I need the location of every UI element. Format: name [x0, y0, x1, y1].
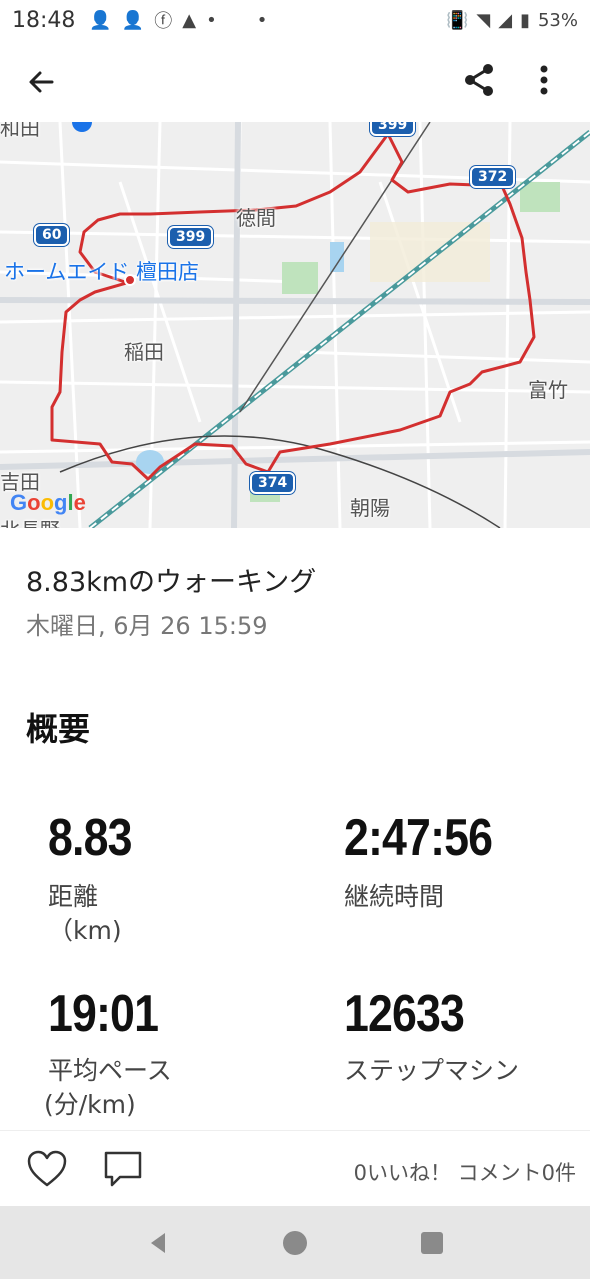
wifi-icon: ◥ — [476, 9, 491, 31]
battery-icon: ▮ — [520, 9, 530, 31]
facebook-icon: ⓕ — [154, 11, 173, 32]
back-arrow-icon[interactable] — [22, 62, 62, 102]
more-options-icon[interactable] — [528, 60, 560, 100]
app-bar — [0, 40, 590, 122]
nav-recents-icon[interactable] — [412, 1223, 452, 1263]
map-label-top-left: 和田 — [0, 122, 40, 140]
heart-icon[interactable] — [26, 1149, 68, 1189]
stat-pace-label: 平均ペース — [48, 1056, 172, 1085]
comment-icon[interactable] — [102, 1149, 144, 1189]
likes-comments-count[interactable]: 0いいね！ コメント0件 — [354, 1157, 576, 1187]
map-zone — [370, 222, 490, 282]
person-add-icon: 👤 — [121, 9, 145, 31]
stat-duration-label: 継続時間 — [344, 882, 445, 911]
activity-date: 木曜日, 6月 26 15:59 — [26, 612, 268, 640]
nav-back-icon[interactable] — [138, 1223, 178, 1263]
map-park — [520, 182, 560, 212]
road-shield: 60 — [34, 224, 70, 246]
map-label-asahi: 朝陽 — [350, 496, 390, 520]
activity-title: 8.83kmのウォーキング — [26, 567, 317, 598]
warning-icon: ▲ — [182, 9, 197, 31]
share-icon[interactable] — [460, 60, 500, 100]
road-shield: 372 — [470, 166, 516, 188]
stat-distance-unit: （km) — [48, 916, 122, 945]
stat-steps-value: 12633 — [344, 985, 465, 1043]
road-shield: 399 — [168, 226, 214, 248]
system-nav-bar — [0, 1206, 590, 1279]
system-icons: 📳 ◥ ◢ ▮ 53% — [446, 10, 578, 31]
road-shield: 374 — [250, 472, 296, 494]
status-bar: 18:48 👤 👤 ⓕ ▲ • • 📳 ◥ ◢ ▮ 53% — [0, 0, 590, 40]
stat-pace-unit: (分/km) — [44, 1090, 136, 1119]
google-logo: Google — [10, 490, 86, 515]
stat-duration-value: 2:47:56 — [344, 809, 493, 867]
nav-home-icon[interactable] — [275, 1223, 315, 1263]
battery-percent: 53% — [537, 9, 578, 31]
map-label-kita-nagano: 北長野 — [0, 514, 60, 528]
map-label-tomitake: 富竹 — [528, 378, 568, 402]
map-label-poi[interactable]: ホームエイド 檀田店 — [4, 256, 199, 286]
stat-distance-value: 8.83 — [48, 809, 132, 867]
dot-icon: • — [206, 9, 217, 31]
person-add-icon: 👤 — [89, 9, 112, 31]
vibrate-icon: 📳 — [445, 9, 469, 31]
road-shield: 399 — [370, 122, 416, 136]
stat-steps-label: ステップマシン — [344, 1056, 520, 1085]
dot-icon: • — [256, 9, 268, 31]
notification-icons: 👤 👤 ⓕ ▲ • • — [89, 7, 267, 33]
route-map[interactable]: 和田 徳間 ホームエイド 檀田店 稲田 富竹 吉田 朝陽 北長野 399 372… — [0, 122, 590, 528]
map-label-inada: 稲田 — [124, 340, 164, 364]
stat-distance-label: 距離 — [48, 882, 99, 911]
map-label-tokuma: 徳間 — [236, 206, 276, 230]
signal-icon: ◢ — [498, 9, 513, 31]
overview-title: 概要 — [26, 710, 91, 748]
stat-pace-value: 19:01 — [48, 985, 159, 1043]
map-park — [282, 262, 318, 294]
status-time: 18:48 — [12, 7, 76, 33]
action-bar: 0いいね！ コメント0件 — [0, 1130, 590, 1206]
